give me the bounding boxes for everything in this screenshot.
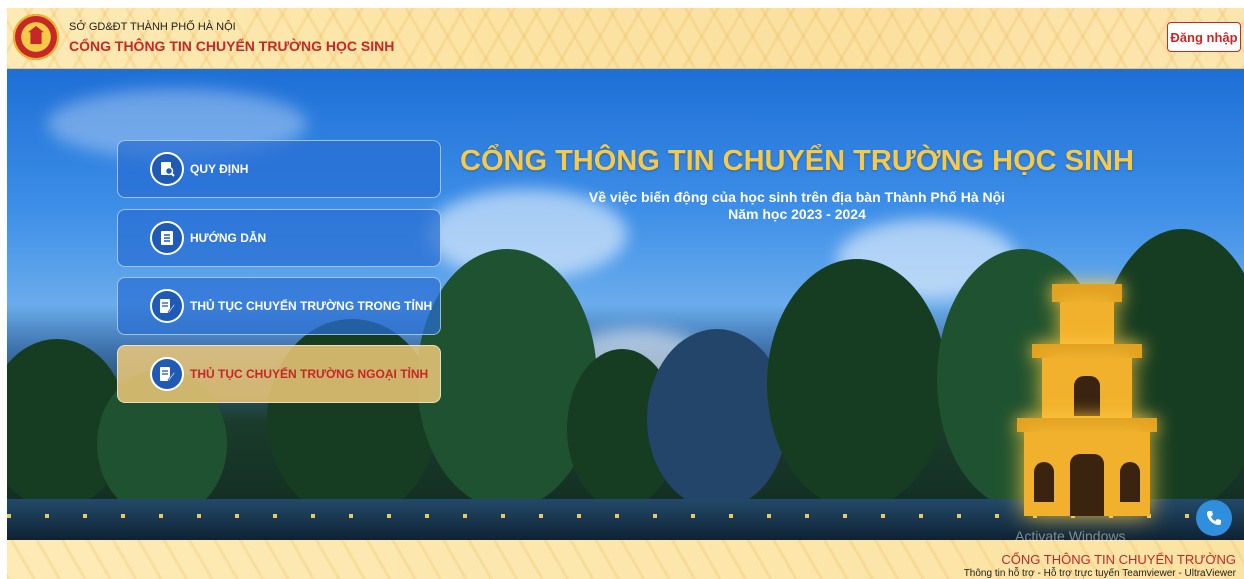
login-button[interactable]: Đăng nhập: [1167, 22, 1241, 52]
portal-name[interactable]: CỔNG THÔNG TIN CHUYỂN TRƯỜNG HỌC SINH: [69, 38, 394, 54]
menu-label: THỦ TỤC CHUYỂN TRƯỜNG TRONG TỈNH: [190, 299, 433, 313]
menu-label: THỦ TỤC CHUYỂN TRƯỜNG NGOẠI TỈNH: [190, 367, 429, 381]
school-year: Năm học 2023 - 2024: [728, 206, 866, 222]
org-name: SỞ GD&ĐT THÀNH PHỐ HÀ NỘI: [69, 21, 236, 33]
hero-subtitle: Về việc biến động của học sinh trên địa …: [447, 189, 1147, 223]
notebook-icon: [150, 221, 184, 255]
form-edit-icon: [150, 357, 184, 391]
menu-ngoai-tinh-button[interactable]: THỦ TỤC CHUYỂN TRƯỜNG NGOẠI TỈNH: [117, 345, 441, 403]
site-footer: Activate Windows CỔNG THÔNG TIN CHUYỂN T…: [7, 528, 1244, 579]
tree-decoration: [417, 249, 597, 509]
form-edit-icon: [150, 289, 184, 323]
hero-title: CỔNG THÔNG TIN CHUYỂN TRƯỜNG HỌC SINH: [460, 145, 1134, 177]
menu-label: QUY ĐỊNH: [190, 162, 249, 176]
activate-windows-watermark: Activate Windows: [1015, 528, 1126, 544]
turtle-tower-image: [1012, 284, 1162, 519]
menu-huong-dan-button[interactable]: HƯỚNG DẪN: [117, 209, 441, 267]
phone-icon[interactable]: [1196, 500, 1232, 536]
hero-subtitle-line: Về việc biến động của học sinh trên địa …: [588, 189, 1006, 205]
menu-trong-tinh-button[interactable]: THỦ TỤC CHUYỂN TRƯỜNG TRONG TỈNH: [117, 277, 441, 335]
footer-title: CỔNG THÔNG TIN CHUYỂN TRƯỜNG: [1001, 552, 1236, 567]
tree-decoration: [767, 259, 947, 509]
menu-label: HƯỚNG DẪN: [190, 231, 267, 245]
support-info[interactable]: Thông tin hỗ trợ - Hỗ trợ trực tuyến Tea…: [964, 568, 1236, 579]
school-logo-icon[interactable]: [13, 14, 59, 60]
hero-banner: QUY ĐỊNH HƯỚNG DẪN THỦ TỤC CHUYỂN TRƯỜNG…: [7, 69, 1244, 540]
search-document-icon: [150, 152, 184, 186]
site-header: SỞ GD&ĐT THÀNH PHỐ HÀ NỘI CỔNG THÔNG TIN…: [7, 8, 1244, 69]
tree-decoration: [647, 329, 787, 509]
menu-quy-dinh-button[interactable]: QUY ĐỊNH: [117, 140, 441, 198]
